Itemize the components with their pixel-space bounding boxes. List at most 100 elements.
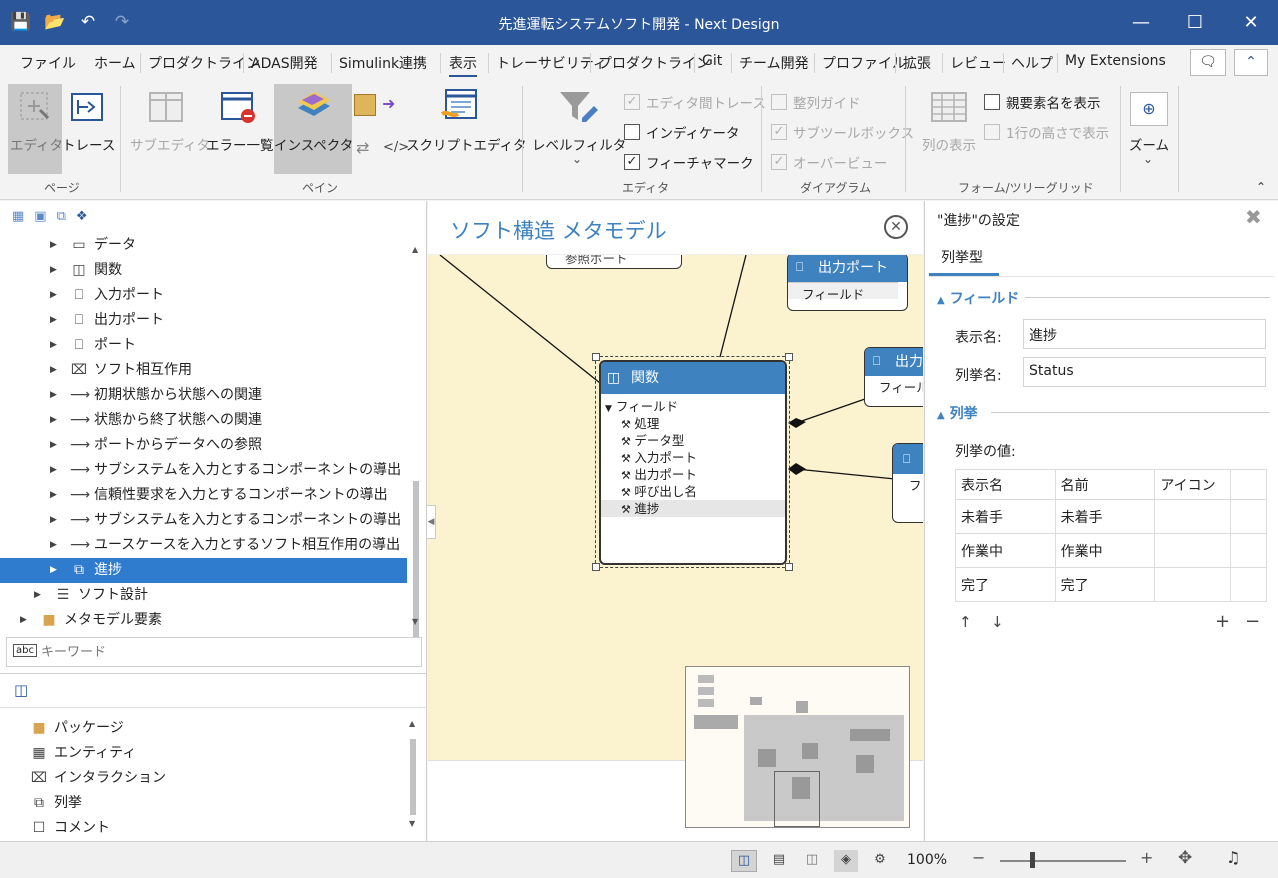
cell-name[interactable]: 完了 <box>1054 567 1156 602</box>
close-editor-icon[interactable]: ✕ <box>884 215 908 239</box>
ref-port-class[interactable]: 参照ポート <box>546 255 682 269</box>
tree-item[interactable]: ▶ ⟶ サブシステムを入力とするコンポーネントの導出 <box>0 508 401 533</box>
col-header-name[interactable]: 名前 <box>1054 469 1156 500</box>
field-item[interactable]: ⚒ 出力ポート <box>601 466 785 483</box>
toolbox-item[interactable]: ⧉ 列挙 <box>30 791 82 816</box>
export-icon[interactable]: ➜ <box>382 94 395 113</box>
toolbox-item[interactable]: ☐ コメント <box>30 816 110 841</box>
zoom-in-icon[interactable]: + <box>1140 848 1153 867</box>
cell-spacer[interactable] <box>1230 533 1267 568</box>
tree-item[interactable]: ▶ ⎕ 入力ポート <box>0 283 164 308</box>
collapse-ribbon-icon[interactable]: ⌃ <box>1234 49 1268 76</box>
toolbox-item[interactable]: ⌧ インタラクション <box>30 766 166 791</box>
menu-extension[interactable]: 拡張 <box>903 53 931 73</box>
fit-view-icon[interactable]: ✥ <box>1178 848 1192 868</box>
tree-item[interactable]: ▶ ⟶ ユースケースを入力とするソフト相互作用の導出 <box>0 533 400 558</box>
expand-arrow-icon[interactable]: ▶ <box>50 458 62 483</box>
swap-icon[interactable]: ⇄ <box>356 138 369 157</box>
expand-arrow-icon[interactable]: ▶ <box>50 333 62 358</box>
tree-item[interactable]: ▶ ⧉ 進捗 <box>0 558 407 583</box>
menu-help[interactable]: ヘルプ <box>1011 53 1053 73</box>
add-value-icon[interactable]: + <box>1215 611 1230 632</box>
col-header-icon[interactable]: アイコン <box>1154 469 1232 500</box>
remove-value-icon[interactable]: − <box>1245 611 1260 632</box>
field-item[interactable]: ⚒ 入力ポート <box>601 449 785 466</box>
zoom-button[interactable]: ズーム <box>1126 134 1172 154</box>
menu-team[interactable]: チーム開発 <box>739 53 809 73</box>
tree-scrollbar[interactable]: ▲ ▼ <box>411 241 421 651</box>
cell-icon[interactable] <box>1154 533 1232 568</box>
close-window-button[interactable]: ✕ <box>1222 0 1278 45</box>
tree-item[interactable]: ▶ ⎕ 出力ポート <box>0 308 164 333</box>
toolbox-scrollbar[interactable]: ▲ ▼ <box>409 719 419 839</box>
inspector-toggle-icon[interactable]: ◈ <box>834 850 858 872</box>
move-up-icon[interactable]: ↑ <box>959 613 972 631</box>
table-row[interactable]: 完了 完了 <box>955 567 1267 602</box>
section-enum-header[interactable]: ▲ 列挙 <box>937 403 978 423</box>
menu-file[interactable]: ファイル <box>20 53 76 73</box>
menu-adas[interactable]: ADAS開発 <box>251 53 318 73</box>
minimize-button[interactable]: — <box>1112 0 1170 45</box>
cell-icon[interactable] <box>1154 499 1232 534</box>
tree-item-metamodel-elements[interactable]: ▶ ■ メタモデル要素 <box>20 608 162 633</box>
table-row[interactable]: 未着手 未着手 <box>955 499 1267 534</box>
field-item[interactable]: ⚒ 処理 <box>601 415 785 432</box>
comment-icon[interactable]: 🗨 <box>1190 49 1226 76</box>
menu-profile[interactable]: プロファイル <box>822 53 906 73</box>
expand-arrow-icon[interactable]: ▶ <box>50 308 62 333</box>
expand-arrow-icon[interactable]: ▶ <box>50 533 62 558</box>
cell-display-name[interactable]: 未着手 <box>955 499 1056 534</box>
inspector-button[interactable]: インスペクタ <box>274 134 353 154</box>
move-down-icon[interactable]: ↓ <box>991 613 1004 631</box>
toolbox-item[interactable]: ▦ エンティティ <box>30 741 136 766</box>
parent-name-checkbox[interactable]: 親要素名を表示 <box>984 92 1101 112</box>
overview-minimap[interactable] <box>685 666 910 828</box>
tree-collapse-icon[interactable]: ▦ <box>12 209 34 224</box>
tree-link-icon[interactable]: ❖ <box>76 209 98 224</box>
property-icon[interactable] <box>354 94 376 116</box>
close-inspector-icon[interactable]: ✖ <box>1245 205 1262 229</box>
out-port-class[interactable]: ⎕ 出力ポート フィールド <box>787 255 908 311</box>
expand-arrow-icon[interactable]: ▶ <box>50 483 62 508</box>
cell-icon[interactable] <box>1154 567 1232 602</box>
subtoolbox-checkbox[interactable]: ✓ サブツールボックス <box>771 122 914 142</box>
tree-item[interactable]: ▶ ⟶ 初期状態から状態への関連 <box>0 383 262 408</box>
notification-bell-icon[interactable]: ♫ <box>1226 848 1240 867</box>
expand-arrow-icon[interactable]: ▶ <box>50 233 62 258</box>
cell-display-name[interactable]: 作業中 <box>955 533 1056 568</box>
menu-review[interactable]: レビュー <box>950 53 1006 73</box>
menu-home[interactable]: ホーム <box>94 53 136 73</box>
layout-vertical-icon[interactable]: ◫ <box>800 850 824 872</box>
field-item[interactable]: ⚒ 進捗 <box>601 500 785 517</box>
function-class[interactable]: ◫ 関数 ▼ フィールド ⚒ 処理 ⚒ データ型 ⚒ 入力ポート ⚒ 出力ポート ⚒ 呼び… <box>599 360 787 565</box>
editor-trace-checkbox[interactable]: ✓ エディタ間トレース <box>624 92 766 112</box>
cell-spacer[interactable] <box>1230 567 1267 602</box>
field-item[interactable]: ⚒ 呼び出し名 <box>601 483 785 500</box>
settings-view-icon[interactable]: ⚙ <box>868 850 892 872</box>
script-editor-button[interactable]: スクリプトエディタ <box>406 134 527 154</box>
menu-view[interactable]: 表示 <box>449 53 477 77</box>
one-row-height-checkbox[interactable]: 1行の高さで表示 <box>984 122 1109 142</box>
expand-arrow-icon[interactable]: ▶ <box>50 258 62 283</box>
layout-horizontal-icon[interactable]: ▤ <box>767 850 791 872</box>
tab-enum-type[interactable]: 列挙型 <box>941 247 983 267</box>
display-name-input[interactable]: 進捗 <box>1023 319 1266 349</box>
indicator-checkbox[interactable]: インディケータ <box>624 122 740 142</box>
expand-arrow-icon[interactable]: ▶ <box>50 433 62 458</box>
tree-item[interactable]: ▶ ⟶ ポートからデータへの参照 <box>0 433 262 458</box>
zoom-slider-thumb[interactable] <box>1030 852 1035 868</box>
zoom-chevron-icon[interactable]: ⌄ <box>1143 152 1153 166</box>
field-item[interactable]: ⚒ データ型 <box>601 432 785 449</box>
chevron-down-icon[interactable]: ⌄ <box>572 152 582 166</box>
level-filter-button[interactable]: レベルフィルタ <box>532 134 626 154</box>
cell-display-name[interactable]: 完了 <box>955 567 1056 602</box>
col-header-display-name[interactable]: 表示名 <box>955 469 1056 500</box>
tree-add-icon[interactable]: ▣ <box>34 209 56 224</box>
tree-item[interactable]: ▶ ▭ データ <box>0 233 136 258</box>
expand-arrow-icon[interactable]: ▶ <box>50 358 62 383</box>
tree-copy-icon[interactable]: ⧉ <box>57 209 76 224</box>
zoom-out-icon[interactable]: − <box>972 848 985 867</box>
enum-name-input[interactable]: Status <box>1023 357 1266 387</box>
splitter-handle[interactable]: ◀ <box>426 505 436 539</box>
layout-single-icon[interactable]: ◫ <box>731 850 757 872</box>
